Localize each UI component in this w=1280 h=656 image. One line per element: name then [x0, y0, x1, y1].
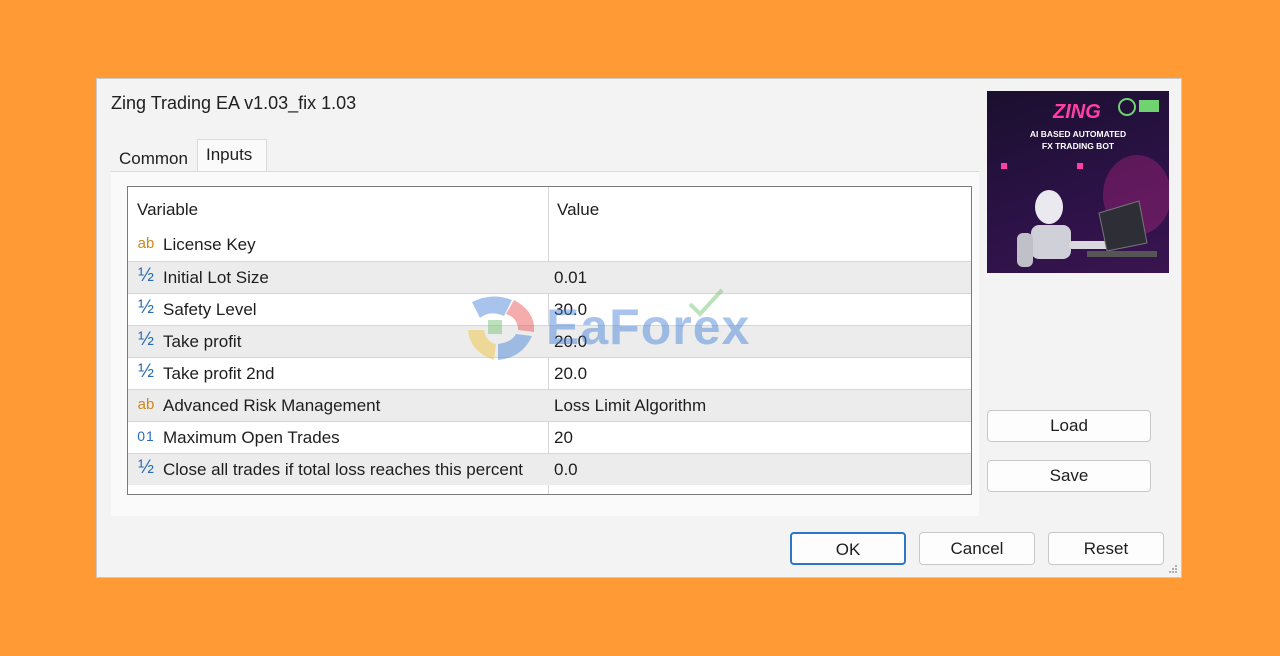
table-row[interactable]: ½ Close all trades if total loss reaches…	[128, 453, 971, 485]
preview-tagline-1: AI BASED AUTOMATED	[1029, 129, 1127, 139]
zing-logo: ZING	[1053, 101, 1101, 123]
table-row[interactable]: 01 Maximum Open Trades 20	[128, 421, 971, 453]
double-type-icon: ½	[138, 297, 154, 318]
variable-name: License Key	[163, 235, 256, 254]
variable-value[interactable]: 0.0	[554, 460, 578, 480]
variable-name: Close all trades if total loss reaches t…	[163, 460, 524, 479]
table-row[interactable]: ab License Key	[128, 229, 971, 261]
robot-illustration	[1001, 155, 1169, 267]
table-header: Variable Value	[128, 187, 971, 229]
string-type-icon: ab	[137, 396, 155, 413]
header-value[interactable]: Value	[557, 200, 599, 220]
watermark-check-icon	[688, 288, 724, 317]
reset-button[interactable]: Reset	[1048, 532, 1164, 565]
table-row[interactable]: ab Advanced Risk Management Loss Limit A…	[128, 389, 971, 421]
ea-preview-image: ZING AI BASED AUTOMATED FX TRADING BOT	[987, 91, 1169, 273]
double-type-icon: ½	[138, 265, 154, 286]
eaforex-watermark: EaForex	[462, 288, 822, 364]
variable-value[interactable]: 0.01	[554, 268, 587, 288]
ok-button[interactable]: OK	[790, 532, 906, 565]
header-variable[interactable]: Variable	[137, 200, 198, 220]
variable-name: Initial Lot Size	[163, 268, 269, 287]
variable-value[interactable]: 20	[554, 428, 573, 448]
resize-grip-icon[interactable]	[1168, 564, 1178, 574]
variable-name: Advanced Risk Management	[163, 396, 381, 415]
variable-name: Take profit 2nd	[163, 364, 275, 383]
tab-common[interactable]: Common	[111, 141, 197, 175]
double-type-icon: ½	[138, 329, 154, 350]
variable-name: Maximum Open Trades	[163, 428, 340, 447]
double-type-icon: ½	[138, 457, 154, 478]
load-button[interactable]: Load	[987, 410, 1151, 442]
watermark-logo-icon	[468, 296, 535, 360]
save-button[interactable]: Save	[987, 460, 1151, 492]
integer-type-icon: 01	[137, 428, 155, 444]
variable-value[interactable]: 20.0	[554, 364, 587, 384]
double-type-icon: ½	[138, 361, 154, 382]
cancel-button[interactable]: Cancel	[919, 532, 1035, 565]
tab-inputs[interactable]: Inputs	[197, 139, 267, 173]
variable-value[interactable]: Loss Limit Algorithm	[554, 396, 706, 416]
window-title: Zing Trading EA v1.03_fix 1.03	[111, 93, 357, 113]
string-type-icon: ab	[137, 235, 155, 252]
badge-icon	[1118, 98, 1159, 116]
variable-name: Take profit	[163, 332, 242, 351]
preview-tagline-2: FX TRADING BOT	[1041, 141, 1115, 151]
variable-name: Safety Level	[163, 300, 257, 319]
